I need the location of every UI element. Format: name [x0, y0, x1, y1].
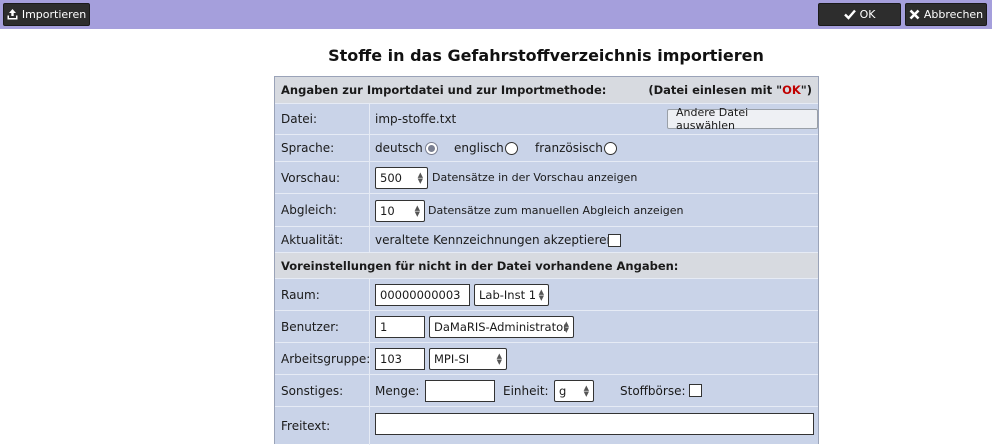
- user-label: Benutzer:: [275, 311, 370, 342]
- import-form: Angaben zur Importdatei und zur Importme…: [274, 76, 819, 445]
- check-icon: [843, 9, 856, 20]
- match-count-stepper[interactable]: 10 ▲ ▼: [375, 200, 425, 222]
- language-label: Sprache:: [275, 135, 370, 161]
- cancel-button-label: Abbrechen: [923, 8, 984, 21]
- row-match: Abgleich: 10 ▲ ▼ Datensätze zum manuellen…: [275, 194, 818, 227]
- match-count-value: 10: [380, 204, 395, 218]
- section-defaults-heading: Voreinstellungen für nicht in der Datei …: [281, 258, 679, 273]
- stepper-arrows-icon: ▲ ▼: [414, 204, 420, 218]
- page-title: Stoffe in das Gefahrstoffverzeichnis imp…: [328, 46, 764, 65]
- exchange-label: Stoffbörse:: [620, 383, 686, 398]
- close-icon: [909, 9, 920, 20]
- misc-label: Sonstiges:: [275, 375, 370, 406]
- select-arrows-icon: ▲ ▼: [496, 352, 502, 366]
- import-button[interactable]: Importieren: [3, 3, 90, 26]
- user-id-input[interactable]: 1: [375, 316, 425, 338]
- row-freetext: Freitext:: [275, 407, 818, 445]
- ok-button[interactable]: OK: [818, 3, 901, 26]
- choose-file-button[interactable]: Andere Datei auswählen: [667, 106, 818, 132]
- user-select[interactable]: DaMaRIS-Administrator ▲ ▼: [429, 316, 574, 338]
- amount-input[interactable]: [425, 380, 495, 402]
- row-room: Raum: 00000000003 Lab-Inst 1 ▲ ▼: [275, 279, 818, 311]
- section-import-file: Angaben zur Importdatei und zur Importme…: [275, 77, 818, 104]
- language-option-deutsch: deutsch: [375, 141, 423, 155]
- row-file: Datei: imp-stoffe.txt Andere Datei auswä…: [275, 104, 818, 135]
- room-select-value: Lab-Inst 1: [479, 288, 537, 302]
- section-defaults: Voreinstellungen für nicht in der Datei …: [275, 253, 818, 279]
- row-language: Sprache: deutsch englisch französisch: [275, 135, 818, 162]
- language-option-englisch: englisch: [454, 141, 504, 155]
- ok-hint: (Datei einlesen mit "OK"): [648, 83, 812, 97]
- accept-outdated-checkbox[interactable]: [608, 234, 621, 247]
- select-arrows-icon: ▲ ▼: [563, 320, 569, 334]
- section-import-file-heading: Angaben zur Importdatei und zur Importme…: [281, 83, 607, 97]
- unit-select-value: g: [559, 384, 567, 398]
- select-arrows-icon: ▲ ▼: [583, 384, 589, 398]
- preview-text: Datensätze in der Vorschau anzeigen: [432, 171, 638, 184]
- ok-hint-prefix: (Datei einlesen mit ": [648, 83, 783, 97]
- row-preview: Vorschau: 500 ▲ ▼ Datensätze in der Vorsc…: [275, 162, 818, 194]
- preview-label: Vorschau:: [275, 162, 370, 193]
- upload-icon: [7, 9, 18, 20]
- stepper-arrows-icon: ▲ ▼: [417, 171, 423, 185]
- row-misc: Sonstiges: Menge: Einheit: g ▲ ▼ Stoffbör…: [275, 375, 818, 407]
- import-button-label: Importieren: [21, 8, 87, 21]
- match-text: Datensätze zum manuellen Abgleich anzeig…: [428, 203, 684, 217]
- group-id-input[interactable]: 103: [375, 348, 425, 370]
- row-group: Arbeitsgruppe: 103 MPI-SI ▲ ▼: [275, 343, 818, 375]
- group-select[interactable]: MPI-SI ▲ ▼: [429, 348, 507, 370]
- room-select[interactable]: Lab-Inst 1 ▲ ▼: [474, 284, 549, 306]
- ok-hint-keyword: OK: [782, 83, 801, 97]
- ok-button-label: OK: [859, 8, 876, 21]
- preview-count-value: 500: [380, 171, 402, 185]
- amount-label: Menge:: [375, 383, 420, 398]
- row-actuality: Aktualität: veraltete Kennzeichnungen ak…: [275, 227, 818, 253]
- unit-label: Einheit:: [503, 383, 549, 398]
- language-option-franzoesisch: französisch: [535, 141, 603, 155]
- file-name: imp-stoffe.txt: [375, 112, 457, 126]
- ok-hint-suffix: "): [800, 83, 812, 97]
- unit-select[interactable]: g ▲ ▼: [554, 380, 594, 402]
- file-label: Datei:: [275, 104, 370, 134]
- radio-englisch[interactable]: [505, 142, 518, 155]
- user-select-value: DaMaRIS-Administrator: [434, 320, 568, 334]
- actuality-label: Aktualität:: [275, 227, 370, 252]
- group-select-value: MPI-SI: [434, 352, 470, 366]
- actuality-text: veraltete Kennzeichnungen akzeptieren:: [375, 232, 619, 247]
- match-label: Abgleich:: [275, 194, 370, 226]
- freetext-input[interactable]: [375, 413, 814, 435]
- group-label: Arbeitsgruppe:: [275, 343, 370, 374]
- room-label: Raum:: [275, 279, 370, 310]
- radio-franzoesisch[interactable]: [604, 142, 617, 155]
- radio-deutsch[interactable]: [425, 142, 438, 155]
- exchange-checkbox[interactable]: [689, 384, 702, 397]
- preview-count-stepper[interactable]: 500 ▲ ▼: [375, 167, 428, 189]
- select-arrows-icon: ▲ ▼: [538, 288, 544, 302]
- cancel-button[interactable]: Abbrechen: [905, 3, 987, 26]
- freetext-label: Freitext:: [275, 407, 370, 445]
- toolbar: Importieren OK Abbrechen: [0, 0, 992, 29]
- row-user: Benutzer: 1 DaMaRIS-Administrator ▲ ▼: [275, 311, 818, 343]
- room-code-input[interactable]: 00000000003: [375, 284, 470, 306]
